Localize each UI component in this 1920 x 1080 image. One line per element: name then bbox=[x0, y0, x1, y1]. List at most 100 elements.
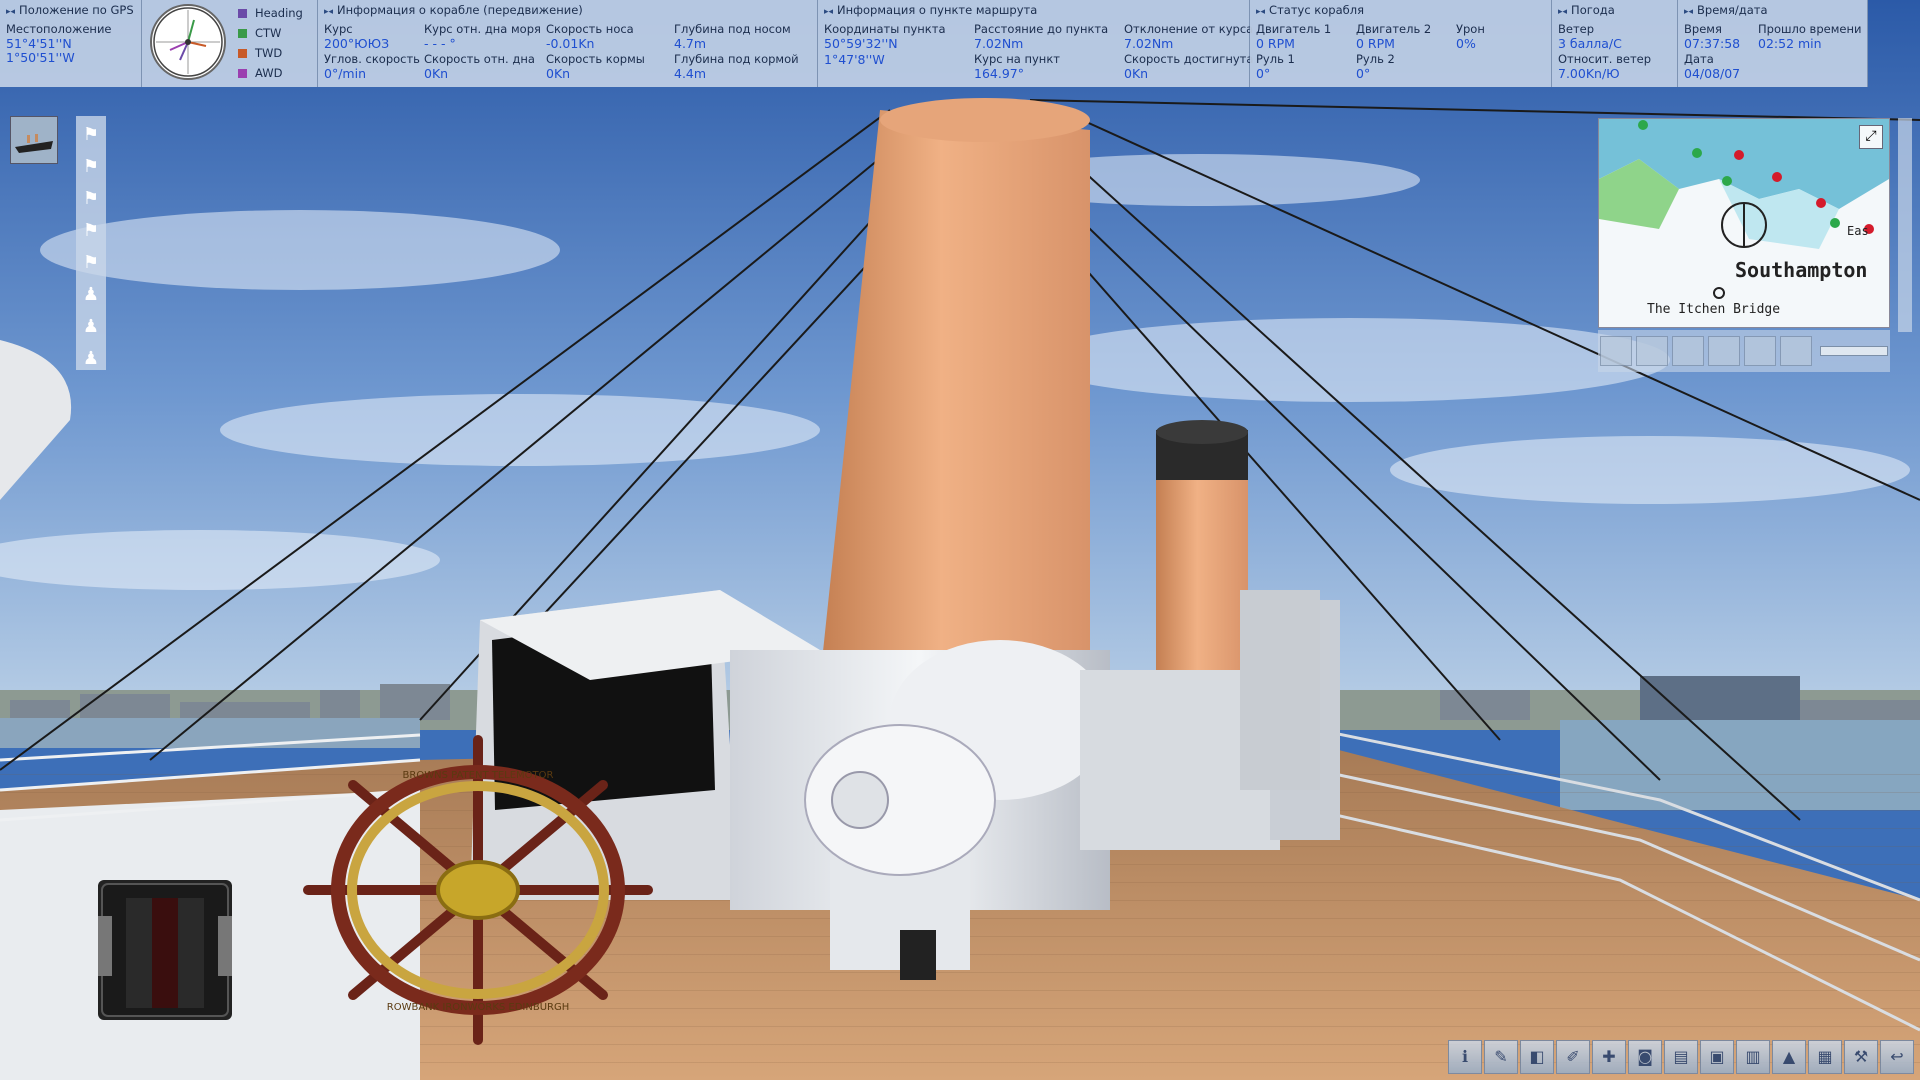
field-value: 0% bbox=[1456, 36, 1476, 51]
aft-structure bbox=[1240, 590, 1320, 790]
flag-icon[interactable]: ⚑ bbox=[81, 216, 101, 246]
gps-label: Местоположение bbox=[6, 22, 112, 36]
field-label: Ветер bbox=[1558, 22, 1595, 36]
collapse-arrow-icon[interactable]: ▸◂ bbox=[1684, 7, 1693, 17]
status-title: Статус корабля bbox=[1269, 3, 1364, 17]
book-icon[interactable]: ▥ bbox=[1736, 1040, 1770, 1074]
gps-lat: 51°4'51''N bbox=[6, 36, 72, 51]
gps-panel[interactable]: ▸◂ Положение по GPS Местоположение 51°4'5… bbox=[0, 0, 142, 87]
field-value: 0 RPM bbox=[1256, 36, 1295, 51]
field-value: 50°59'32''N bbox=[824, 36, 898, 51]
flag-icon[interactable]: ⚑ bbox=[81, 152, 101, 182]
hud-top-bar: ▸◂ Положение по GPS Местоположение 51°4'5… bbox=[0, 0, 1868, 87]
collapse-arrow-icon[interactable]: ▸◂ bbox=[1256, 7, 1265, 17]
save-icon[interactable]: ▦ bbox=[1808, 1040, 1842, 1074]
field-label: Отклонение от курса bbox=[1124, 22, 1254, 36]
wrench-icon[interactable]: ⚒ bbox=[1844, 1040, 1878, 1074]
document-icon[interactable]: ▤ bbox=[1664, 1040, 1698, 1074]
field-value: 7.00Kn/Ю bbox=[1558, 66, 1620, 81]
wheel-top-text: BROWNS PATENT TELEMOTOR bbox=[403, 770, 554, 781]
flag-icon[interactable]: ⚑ bbox=[81, 120, 101, 150]
field-value: 0Kn bbox=[424, 66, 449, 81]
ship-view-button[interactable] bbox=[10, 116, 58, 164]
collapse-arrow-icon[interactable]: ▸◂ bbox=[324, 7, 333, 17]
waypoint-panel[interactable]: ▸◂ Информация о пункте маршрута Координат… bbox=[818, 0, 1254, 87]
field-value: 164.97° bbox=[974, 66, 1024, 81]
map-mode-button[interactable] bbox=[1780, 336, 1812, 366]
map-mode-button[interactable] bbox=[1744, 336, 1776, 366]
field-value: 04/08/07 bbox=[1684, 66, 1741, 81]
flag-icon[interactable]: ⚑ bbox=[81, 184, 101, 214]
ship-icon bbox=[11, 117, 57, 163]
collapse-arrow-icon[interactable]: ▸◂ bbox=[824, 7, 833, 17]
fullscreen-icon[interactable]: ⤢ bbox=[1859, 125, 1883, 149]
crosshair-icon[interactable]: ✚ bbox=[1592, 1040, 1626, 1074]
field-label: Урон bbox=[1456, 22, 1485, 36]
datetime-title: Время/дата bbox=[1697, 3, 1768, 17]
map-mode-button[interactable] bbox=[1708, 336, 1740, 366]
compass-panel[interactable]: Heading CTW TWD AWD bbox=[142, 0, 318, 87]
status-panel[interactable]: ▸◂ Статус корабля Двигатель 10 RPM Двигат… bbox=[1250, 0, 1552, 87]
field-value: 200°ЮЮЗ bbox=[324, 36, 390, 51]
field-label: Углов. скорость bbox=[324, 52, 420, 66]
info-icon[interactable]: ℹ bbox=[1448, 1040, 1482, 1074]
ship-info-panel[interactable]: ▸◂ Информация о корабле (передвижение) Ку… bbox=[318, 0, 818, 87]
field-value: 4.7m bbox=[674, 36, 707, 51]
map-corner-label: Eas bbox=[1847, 224, 1869, 238]
hat-icon[interactable]: ▲ bbox=[1772, 1040, 1806, 1074]
flag-icon[interactable]: ⚑ bbox=[81, 248, 101, 278]
field-label: Руль 1 bbox=[1256, 52, 1295, 66]
bottom-toolbar: ℹ ✎ ◧ ✐ ✚ ◙ ▤ ▣ ▥ ▲ ▦ ⚒ ↩ bbox=[1448, 1040, 1920, 1080]
ship-info-title: Информация о корабле (передвижение) bbox=[337, 3, 583, 17]
weather-panel[interactable]: ▸◂ Погода Ветер 3 балла/С Относит. ветер 7.… bbox=[1552, 0, 1678, 87]
field-label: Глубина под кормой bbox=[674, 52, 799, 66]
field-value: 0° bbox=[1356, 66, 1371, 81]
gps-title: Положение по GPS bbox=[19, 3, 134, 17]
field-label: Курс отн. дна моря bbox=[424, 22, 541, 36]
legend-twd: TWD bbox=[238, 46, 282, 60]
map-horizontal-slider[interactable] bbox=[1820, 346, 1888, 356]
waypoint-title: Информация о пункте маршрута bbox=[837, 3, 1038, 17]
field-label: Скорость отн. дна bbox=[424, 52, 535, 66]
datetime-panel[interactable]: ▸◂ Время/дата Время 07:37:58 Прошло времен… bbox=[1678, 0, 1868, 87]
pen-icon[interactable]: ✐ bbox=[1556, 1040, 1590, 1074]
field-label: Прошло времени bbox=[1758, 22, 1862, 36]
map-zoom-slider[interactable] bbox=[1898, 118, 1912, 332]
exit-icon[interactable]: ↩ bbox=[1880, 1040, 1914, 1074]
field-value: 0Kn bbox=[546, 66, 571, 81]
field-label: Двигатель 2 bbox=[1356, 22, 1432, 36]
map-control-bar bbox=[1598, 330, 1890, 372]
minimap[interactable]: Southampton Eas The Itchen Bridge ⤢ bbox=[1598, 118, 1890, 328]
gps-lon: 1°50'51''W bbox=[6, 50, 75, 65]
map-mode-button[interactable] bbox=[1600, 336, 1632, 366]
field-value: 07:37:58 bbox=[1684, 36, 1741, 51]
field-value: 0° bbox=[1256, 66, 1271, 81]
weather-title: Погода bbox=[1571, 3, 1615, 17]
map-mode-button[interactable] bbox=[1636, 336, 1668, 366]
collapse-arrow-icon[interactable]: ▸◂ bbox=[1558, 7, 1567, 17]
tools-icon[interactable]: ✎ bbox=[1484, 1040, 1518, 1074]
engine-telegraph[interactable]: 1 2 20246810 bbox=[98, 880, 232, 1020]
camera-icon[interactable]: ◙ bbox=[1628, 1040, 1662, 1074]
second-funnel bbox=[1156, 470, 1248, 690]
field-value: -0.01Kn bbox=[546, 36, 595, 51]
collapse-arrow-icon[interactable]: ▸◂ bbox=[6, 7, 15, 17]
person-icon[interactable]: ♟ bbox=[81, 344, 101, 374]
field-value: 4.4m bbox=[674, 66, 707, 81]
chart-icon[interactable]: ◧ bbox=[1520, 1040, 1554, 1074]
field-value: - - - ° bbox=[424, 36, 456, 51]
field-label: Дата bbox=[1684, 52, 1714, 66]
person-icon[interactable]: ♟ bbox=[81, 312, 101, 342]
field-label: Относит. ветер bbox=[1558, 52, 1652, 66]
field-label: Скорость достигнута bbox=[1124, 52, 1254, 66]
field-value: 7.02Nm bbox=[974, 36, 1024, 51]
compass-rose-icon bbox=[150, 4, 226, 80]
person-icon[interactable]: ♟ bbox=[81, 280, 101, 310]
field-value: 0Kn bbox=[1124, 66, 1149, 81]
field-label: Курс на пункт bbox=[974, 52, 1060, 66]
box-icon[interactable]: ▣ bbox=[1700, 1040, 1734, 1074]
field-value: 3 балла/С bbox=[1558, 36, 1622, 51]
wheel-bottom-text: ROWBANK IRONWORKS EDINBURGH bbox=[387, 1002, 570, 1013]
waypoint-flag-toolbar: ⚑ ⚑ ⚑ ⚑ ⚑ ♟ ♟ ♟ bbox=[76, 116, 106, 370]
map-mode-button[interactable] bbox=[1672, 336, 1704, 366]
